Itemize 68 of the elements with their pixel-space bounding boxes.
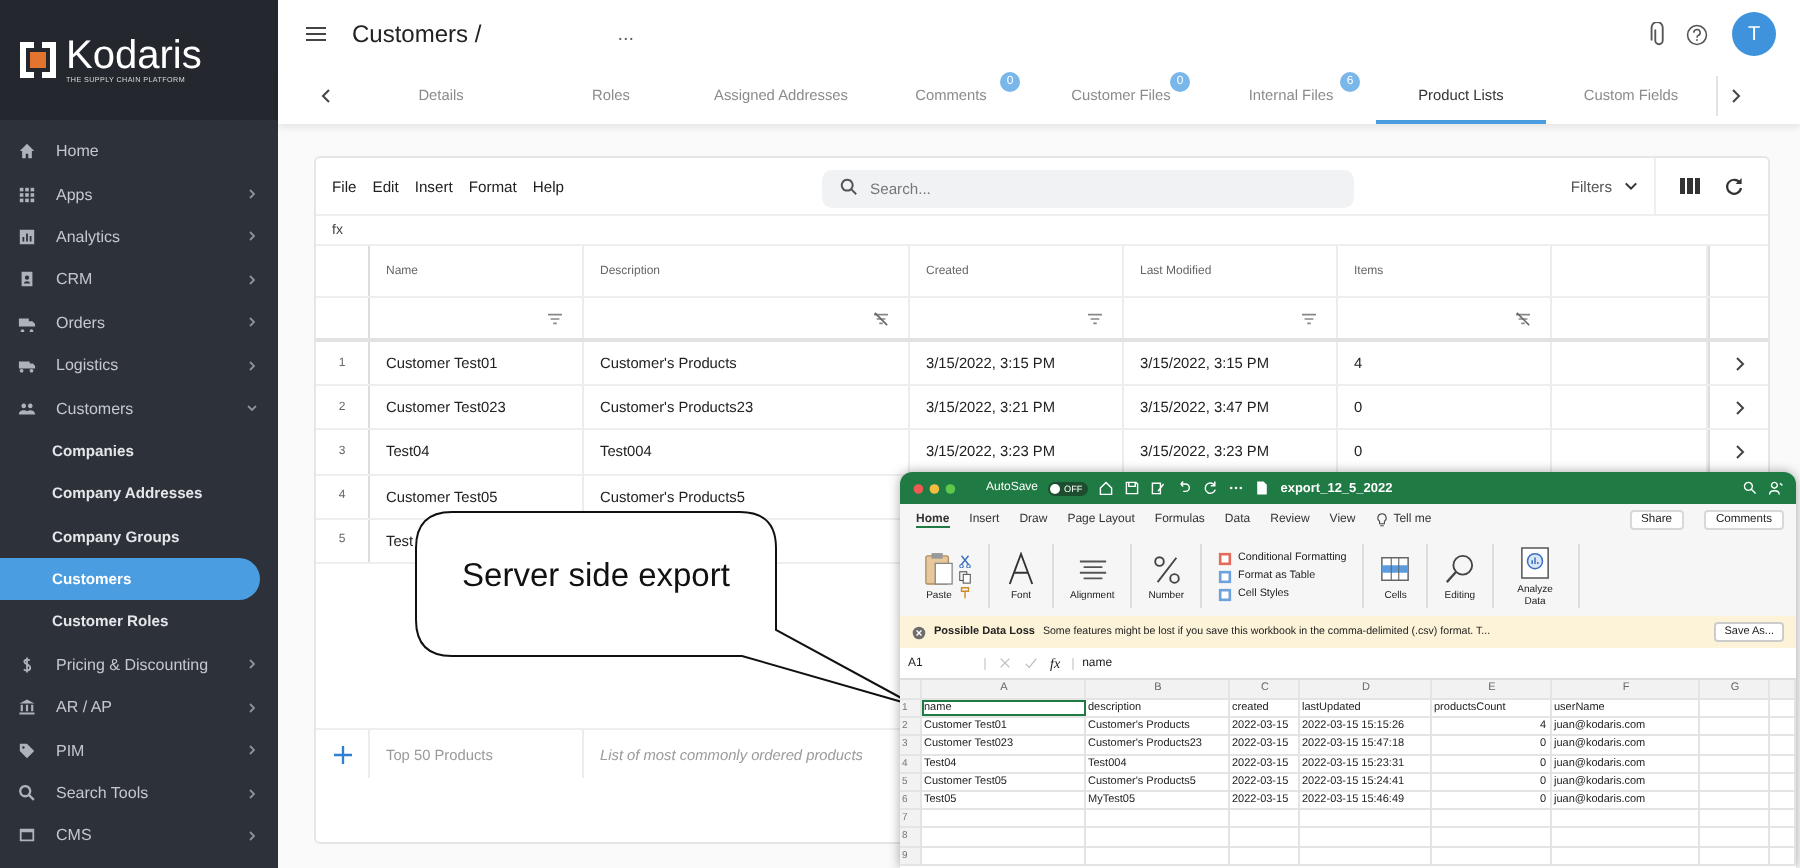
search-icon[interactable] [1742, 480, 1758, 496]
nav-item[interactable]: Pricing & Discounting [0, 643, 278, 687]
paperclip-icon[interactable] [1648, 21, 1670, 47]
add-icon[interactable] [333, 745, 351, 763]
home-icon[interactable] [1098, 480, 1115, 496]
window-controls-icon[interactable] [912, 481, 960, 495]
nav-item[interactable]: AR / AP [0, 686, 278, 729]
lightbulb-icon [1375, 512, 1388, 528]
logo-icon [18, 40, 58, 80]
copy-icon[interactable] [958, 569, 972, 583]
filter-off-icon[interactable] [1514, 311, 1532, 325]
filter-icon[interactable] [1300, 311, 1318, 325]
window-icon [18, 826, 36, 845]
people-icon [18, 399, 36, 418]
van-icon [18, 356, 36, 375]
home-icon [18, 142, 36, 161]
columns-icon[interactable] [1680, 176, 1700, 196]
nav-item[interactable]: Logistics [0, 343, 278, 387]
filter-icon[interactable] [1086, 311, 1104, 325]
nav-item[interactable]: CMS [0, 814, 278, 858]
nav-item[interactable]: Home [0, 130, 278, 173]
refresh-icon[interactable] [1724, 176, 1744, 196]
undo-icon[interactable] [1176, 480, 1193, 496]
chevron-right-icon[interactable] [1733, 443, 1745, 460]
document-icon [1254, 480, 1271, 496]
dollar-icon [18, 655, 36, 674]
cells-icon[interactable] [1380, 551, 1411, 585]
analyze-data-icon[interactable] [1520, 545, 1551, 579]
grid-icon [18, 185, 36, 204]
nav-item[interactable]: Analytics [0, 215, 278, 259]
tag-icon [18, 741, 36, 760]
scroll-right-icon[interactable] [1716, 76, 1742, 116]
caret-icon [1624, 180, 1638, 192]
menu-icon[interactable] [306, 26, 326, 42]
error-icon [912, 625, 926, 639]
nav-item[interactable]: Customers [0, 386, 278, 430]
bank-icon [18, 698, 36, 717]
brush-icon[interactable] [958, 585, 972, 599]
search-icon [840, 177, 859, 195]
nav-item[interactable]: Apps [0, 172, 278, 216]
redo-icon[interactable] [1202, 480, 1219, 496]
chart-icon [18, 227, 36, 246]
chevron-right-icon[interactable] [1733, 399, 1745, 416]
filter-off-icon[interactable] [872, 311, 890, 325]
search-icon [18, 784, 36, 803]
help-icon[interactable] [1686, 21, 1708, 47]
check-icon[interactable] [1024, 656, 1038, 670]
scissors-icon[interactable] [958, 553, 972, 567]
nav-item[interactable]: Search Tools [0, 771, 278, 815]
clipboard-icon[interactable] [924, 551, 954, 585]
pen-icon[interactable] [1150, 480, 1167, 496]
filter-icon[interactable] [546, 311, 564, 325]
title-ellipsis: ... [617, 23, 635, 45]
person-icon[interactable] [1768, 480, 1784, 496]
font-icon[interactable] [1006, 551, 1036, 585]
nav-item[interactable]: Orders [0, 301, 278, 344]
scroll-left-icon[interactable] [320, 88, 332, 104]
callout-text: Server side export [460, 558, 732, 596]
chevron-right-icon[interactable] [1733, 355, 1745, 372]
nav-item[interactable]: PIM [0, 728, 278, 772]
nav-item[interactable]: CRM [0, 258, 278, 302]
percent-icon[interactable] [1151, 551, 1182, 585]
magnifier-icon[interactable] [1444, 551, 1475, 585]
save-icon[interactable] [1124, 480, 1141, 496]
page-title: Customers / [352, 20, 482, 48]
truck-icon [18, 313, 36, 332]
logo-name: Kodaris [66, 35, 202, 75]
contact-icon [18, 270, 36, 289]
